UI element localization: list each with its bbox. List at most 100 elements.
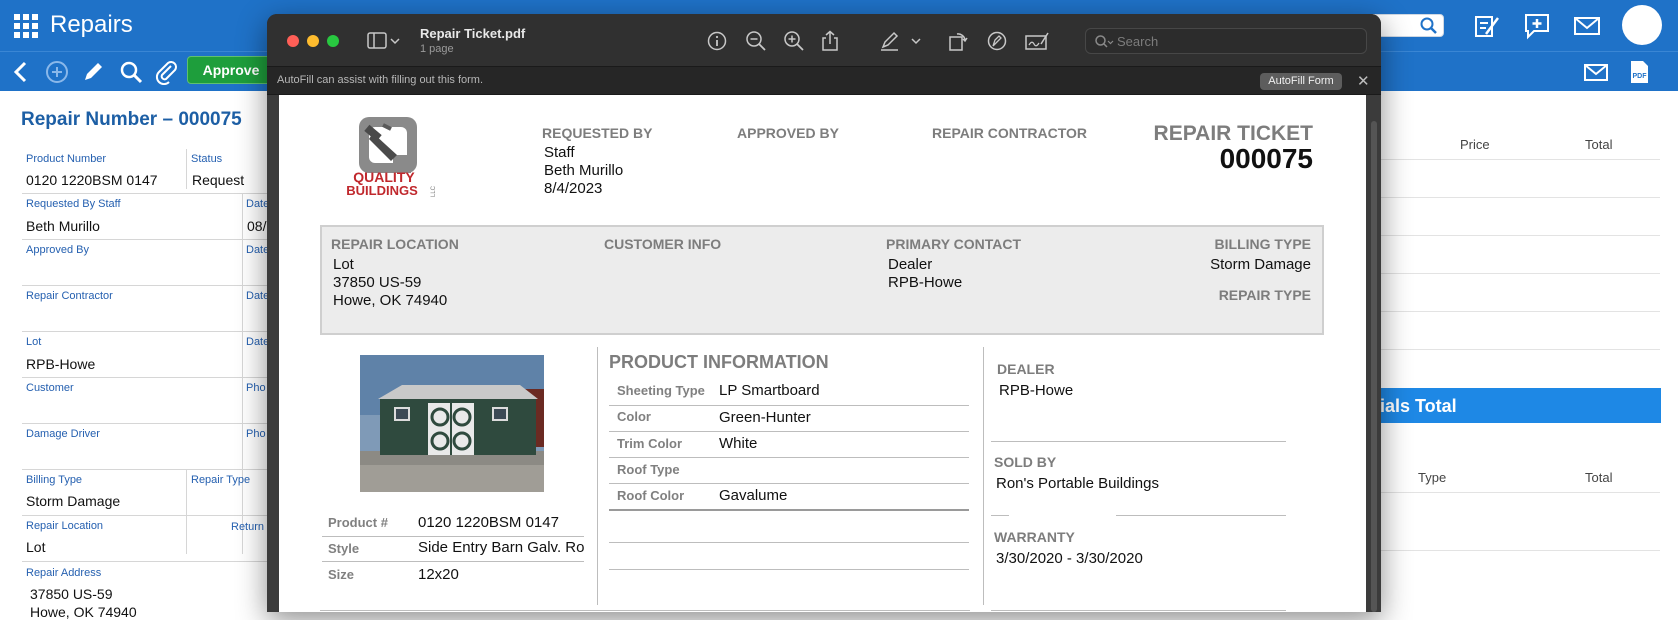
phone-label: Pho [246, 382, 266, 394]
product-row-value: White [719, 435, 758, 452]
style-value: Side Entry Barn Galv. Roof [418, 539, 584, 555]
product-row-label: Roof Type [617, 462, 680, 477]
mail-icon[interactable] [1572, 12, 1602, 40]
product-info-heading: PRODUCT INFORMATION [609, 352, 829, 372]
repair-type-heading: REPAIR TYPE [1218, 287, 1311, 303]
requested-by-label: Requested By Staff [26, 198, 121, 210]
pencil-icon[interactable] [80, 59, 106, 85]
search-placeholder: Search [1117, 34, 1159, 49]
rotate-icon[interactable] [946, 30, 970, 52]
sold-by-heading: SOLD BY [994, 454, 1057, 470]
preview-search-input[interactable]: Search [1085, 28, 1367, 54]
back-icon[interactable] [8, 59, 34, 85]
edit-note-icon[interactable] [1472, 12, 1502, 40]
product-num-value: 0120 1220BSM 0147 [418, 514, 559, 531]
autofill-banner: AutoFill can assist with filling out thi… [267, 67, 1381, 95]
add-circle-icon[interactable] [44, 59, 70, 85]
document-viewport[interactable]: QUALITY BUILDINGS LLC REQUESTED BY Staff… [267, 95, 1381, 612]
repair-location-line3: Howe, OK 74940 [333, 292, 448, 309]
date-field[interactable]: 08/ [247, 218, 266, 234]
product-number-field[interactable]: 0120 1220BSM 0147 [26, 172, 158, 188]
email-icon[interactable] [1583, 59, 1609, 85]
zoom-in-icon[interactable] [782, 30, 806, 52]
status-field[interactable]: Request [192, 172, 244, 188]
chevron-down-icon[interactable] [909, 30, 923, 52]
product-row-value: Green-Hunter [719, 409, 811, 426]
date-label: Date [246, 290, 270, 302]
billing-type-label: Billing Type [26, 474, 83, 486]
total-header: Total [1585, 137, 1613, 152]
approve-button[interactable]: Approve [187, 56, 275, 84]
return-label: Return [231, 521, 265, 533]
date-label: Date [246, 198, 270, 210]
avatar[interactable] [1622, 5, 1662, 45]
damage-driver-label: Damage Driver [26, 428, 100, 440]
svg-text:PDF: PDF [1633, 73, 1648, 80]
repair-location-field[interactable]: Lot [26, 539, 45, 555]
repair-location-line2: 37850 US-59 [333, 274, 422, 291]
repair-location-heading: REPAIR LOCATION [331, 236, 459, 252]
close-icon[interactable]: ✕ [1357, 72, 1370, 90]
search-icon [1095, 35, 1114, 48]
zoom-window-button[interactable] [327, 35, 339, 47]
autofill-form-button[interactable]: AutoFill Form [1260, 73, 1342, 90]
add-comment-icon[interactable] [1522, 12, 1552, 40]
product-row-label: Roof Color [617, 488, 685, 503]
approved-by-label: Approved By [26, 244, 89, 256]
preview-window: Repair Ticket.pdf 1 page Search AutoFill… [267, 14, 1381, 612]
approved-by-heading: APPROVED BY [737, 125, 839, 141]
lot-field[interactable]: RPB-Howe [26, 356, 95, 372]
app-title: Repairs [50, 11, 133, 38]
info-icon[interactable] [705, 30, 729, 52]
share-icon[interactable] [818, 30, 842, 52]
pdf-icon[interactable]: PDF [1626, 59, 1652, 85]
sold-by-value: Ron's Portable Buildings [996, 475, 1159, 492]
repair-number-title: Repair Number – 000075 [21, 109, 242, 130]
billing-type-field[interactable]: Storm Damage [26, 493, 120, 509]
date-label: Date [246, 336, 270, 348]
repair-form: Repair Number – 000075 Product Number 01… [0, 91, 270, 620]
logo-text-llc: LLC [431, 185, 437, 197]
dealer-value: RPB-Howe [999, 382, 1074, 399]
phone-label: Pho [246, 428, 266, 440]
minimize-window-button[interactable] [307, 35, 319, 47]
billing-type-heading: BILLING TYPE [1214, 236, 1311, 252]
total-header: Total [1585, 470, 1613, 485]
search-icon[interactable] [118, 59, 144, 85]
lot-label: Lot [26, 336, 42, 348]
preview-titlebar: Repair Ticket.pdf 1 page Search [267, 14, 1381, 67]
repair-contractor-heading: REPAIR CONTRACTOR [932, 125, 1088, 141]
product-row-label: Color [617, 409, 651, 424]
signature-icon[interactable] [1024, 30, 1050, 52]
repair-location-label: Repair Location [26, 520, 104, 532]
repair-type-label: Repair Type [191, 474, 251, 486]
repair-address-label: Repair Address [26, 567, 102, 579]
primary-contact-line1: Dealer [888, 256, 933, 273]
repair-address-line1: 37850 US-59 [30, 586, 113, 602]
zoom-out-icon[interactable] [744, 30, 768, 52]
warranty-value: 3/30/2020 - 3/30/2020 [996, 550, 1143, 567]
size-label: Size [328, 567, 355, 582]
document-scrollbar[interactable] [1371, 121, 1377, 612]
search-icon[interactable] [1419, 16, 1439, 36]
requested-by-name: Beth Murillo [544, 162, 624, 179]
materials-panel [1370, 91, 1678, 612]
customer-label: Customer [26, 382, 74, 394]
customer-info-heading: CUSTOMER INFO [604, 236, 722, 252]
product-row-label: Sheeting Type [617, 383, 705, 398]
document-title: Repair Ticket.pdf [420, 26, 526, 41]
close-window-button[interactable] [287, 35, 299, 47]
highlight-pen-icon[interactable] [878, 30, 902, 52]
status-label: Status [191, 153, 223, 165]
billing-type-value: Storm Damage [1210, 256, 1311, 273]
autofill-message: AutoFill can assist with filling out thi… [277, 74, 484, 86]
document-page-count: 1 page [420, 43, 454, 55]
sidebar-toggle-icon[interactable] [367, 31, 401, 51]
location-box [320, 225, 1324, 335]
requested-by-field[interactable]: Beth Murillo [26, 218, 100, 234]
price-header: Price [1460, 137, 1490, 152]
apps-grid-icon[interactable] [14, 14, 38, 38]
style-label: Style [328, 541, 360, 556]
paperclip-icon[interactable] [154, 59, 180, 85]
markup-icon[interactable] [985, 30, 1009, 52]
